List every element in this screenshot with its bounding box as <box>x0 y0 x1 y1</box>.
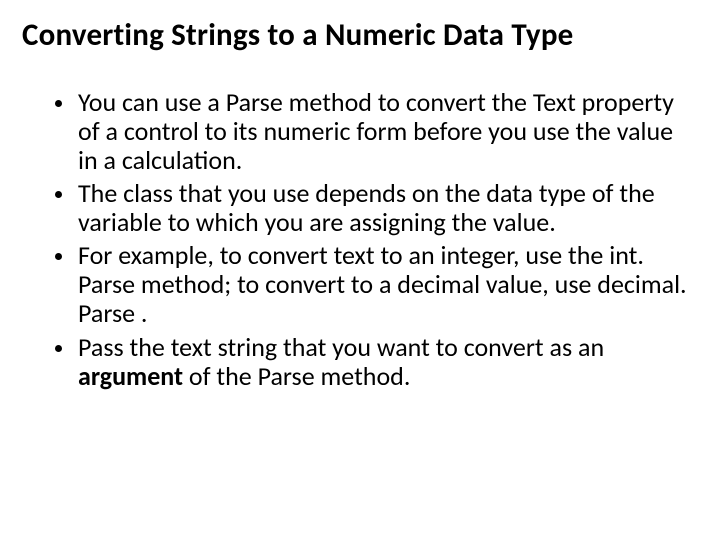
slide-title: Converting Strings to a Numeric Data Typ… <box>22 18 698 54</box>
slide: Converting Strings to a Numeric Data Typ… <box>0 0 720 540</box>
list-item: Pass the text string that you want to co… <box>76 333 688 391</box>
list-item: You can use a Parse method to convert th… <box>76 88 688 175</box>
list-item: The class that you use depends on the da… <box>76 179 688 237</box>
list-item: For example, to convert text to an integ… <box>76 241 688 328</box>
bullet-list: You can use a Parse method to convert th… <box>22 88 698 391</box>
